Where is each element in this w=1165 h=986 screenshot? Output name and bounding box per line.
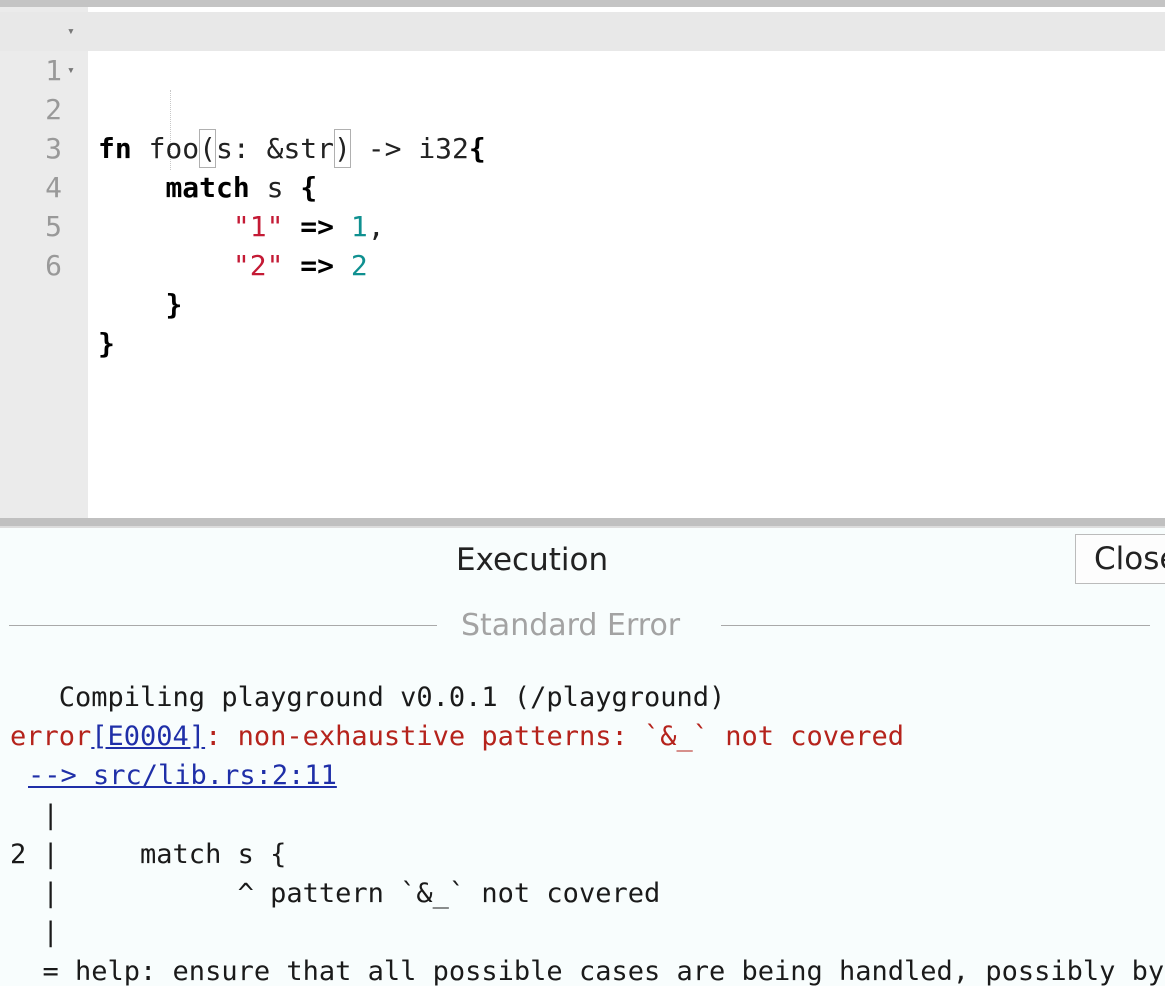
help-line: = help: ensure that all possible cases a… [42, 956, 1165, 986]
code-text[interactable]: "2" => 2 [98, 246, 368, 285]
error-code-link[interactable]: [E0004] [91, 721, 205, 752]
standard-error-header: Standard Error [9, 606, 1150, 646]
pointer-line: | ^ pattern `&_` not covered [10, 878, 661, 909]
source-location-link[interactable]: --> src/lib.rs:2:11 [28, 760, 337, 791]
line-number: 6 [45, 249, 62, 282]
editor-line: 1 ▾ fn foo(s: &str) -> i32{ [0, 12, 1165, 168]
snippet-line: 2 | match s { [10, 839, 287, 870]
execution-output-panel: Execution Close Standard Error Compiling… [0, 528, 1165, 986]
code-text[interactable]: } [98, 285, 182, 324]
divider [721, 625, 1150, 626]
output-title: Execution [456, 542, 609, 578]
editor-line: 4 "2" => 2 [0, 129, 1165, 282]
code-editor[interactable]: 1 ▾ fn foo(s: &str) -> i32{ 2 ▾ match s … [0, 0, 1165, 518]
standard-error-label: Standard Error [461, 608, 681, 643]
fold-arrow-icon[interactable]: ▾ [67, 12, 81, 51]
close-button[interactable]: Close [1075, 534, 1165, 584]
code-text[interactable]: } [98, 324, 115, 363]
panel-splitter[interactable] [0, 518, 1165, 528]
error-line: error[E0004]: non-exhaustive patterns: `… [10, 721, 905, 752]
editor-line: 2 ▾ match s { [0, 51, 1165, 204]
compiling-line: Compiling playground v0.0.1 (/playground… [10, 682, 726, 713]
editor-line: 6 } [0, 207, 1165, 360]
gutter-line: | [10, 917, 59, 948]
editor-line: 5 } [0, 168, 1165, 321]
fold-arrow-icon[interactable]: ▾ [67, 51, 81, 90]
divider [9, 625, 437, 626]
gutter-line: | [10, 800, 59, 831]
editor-line: 3 "1" => 1, [0, 90, 1165, 243]
